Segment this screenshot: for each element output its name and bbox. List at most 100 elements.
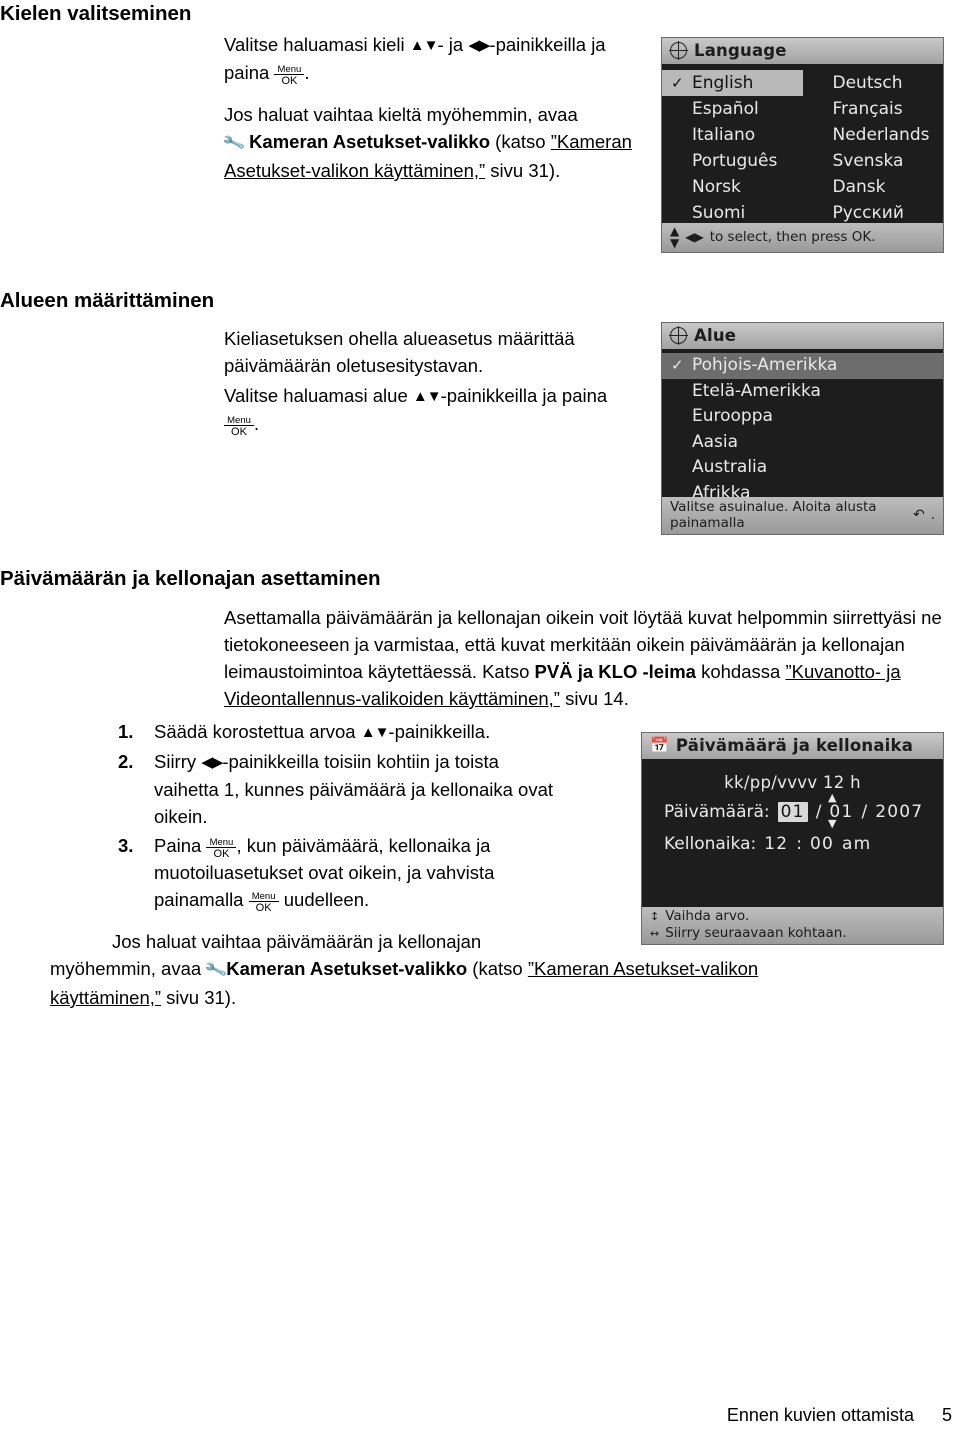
text-datetime-l4b: sivu 14. [559,688,629,709]
date-month-value[interactable]: 01 [777,802,808,822]
paragraph-change-datetime-rest: myöhemmin, avaa 🔧Kameran Asetukset-valik… [50,955,960,1011]
globe-icon [669,41,688,60]
step-1-text-b: -painikkeilla. [388,721,491,742]
lcd-datetime-footer-row-2: ↔ Siirry seuraavaan kohtaan. [650,925,935,942]
language-row: Español Français [662,96,943,122]
date-year-value[interactable]: 2007 [875,802,923,822]
lcd-datetime-titlebar: 📅 Päivämäärä ja kellonaika [642,733,943,759]
language-option-english[interactable]: English [662,70,803,96]
step-2: 2. Siirry ◀▶-painikkeilla toisiin kohtii… [112,748,632,830]
link-capture-video-menu-1[interactable]: ”Kuvanotto- ja [785,661,900,682]
language-list: English Deutsch Español Français Italian… [662,68,943,226]
time-ampm-value[interactable]: am [842,834,871,854]
language-option-italiano[interactable]: Italiano [662,122,803,148]
date-sep-1: / [815,802,822,822]
step-3-text-b: , kun päivämäärä, kellonaika ja [236,835,491,856]
language-option-dansk[interactable]: Dansk [803,174,944,200]
ok-label: OK [224,425,254,438]
time-sep: : [796,834,802,854]
step-1: 1. Säädä korostettua arvoa ▲▼-painikkeil… [112,718,632,746]
left-right-arrows-icon: ◀▶ [468,37,490,54]
leftright-arrows-icon: ↔ [650,927,660,940]
time-hour-value[interactable]: 12 [764,834,788,854]
text-region-select-a: Valitse haluamasi alue [224,385,413,406]
time-row: Kellonaika: 12 : 00 am [642,834,943,854]
text-select-language-c: -painikkeilla ja [489,34,606,55]
step-3: 3. Paina Menu OK, kun päivämäärä, kellona… [112,832,632,914]
caret-up-icon: ▲ [828,791,837,804]
wrench-icon: 🔧 [221,132,247,155]
text-change-datetime-l1: Jos haluat vaihtaa päivämäärän ja kellon… [112,931,482,952]
region-list: Pohjois-Amerikka Etelä-Amerikka Eurooppa… [662,353,943,506]
link-camera-setup-1[interactable]: ”Kameran [551,131,632,152]
up-down-arrows-icon: ▲▼ [360,724,390,741]
page-title: Kielen valitseminen [0,2,192,25]
caret-down-icon: ▼ [828,817,837,830]
language-option-nederlands[interactable]: Nederlands [803,122,944,148]
lcd-language-titlebar: Language [662,38,943,64]
step-3-text-l2: muotoiluasetukset ovat oikein, ja vahvis… [154,862,495,883]
leftright-arrows-icon: ◀▶ [685,230,704,244]
language-row: Português Svenska [662,148,943,174]
lcd-region-footer-period: . [930,507,935,523]
link-camera-setup-4[interactable]: käyttäminen,” [50,987,161,1008]
date-row: Päivämäärä: 01 / 01 / 2007 [642,802,943,822]
region-option-asia[interactable]: Aasia [662,430,943,456]
paragraph-datetime-intro: Asettamalla päivämäärän ja kellonajan oi… [224,604,960,712]
step-3-text-l3a: painamalla [154,889,249,910]
link-camera-setup-2[interactable]: Asetukset-valikon käyttäminen,” [224,160,485,181]
text-region-l1: Kieliasetuksen ohella alueasetus määritt… [224,328,575,349]
link-camera-setup-3[interactable]: ”Kameran Asetukset-valikon [528,958,758,979]
step-2-text-l3: oikein. [154,806,208,827]
text-press: paina [224,62,270,83]
text-datetime-l1: Asettamalla päivämäärän ja kellonajan oi… [224,607,942,628]
step-2-text-a: Siirry [154,751,202,772]
lcd-datetime-footer-line2: Siirry seuraavaan kohtaan. [665,925,847,941]
language-row: English Deutsch [662,70,943,96]
text-change-language-c: (katso [490,131,551,152]
date-sep-2: / [861,802,868,822]
link-capture-video-menu-2[interactable]: Videontallennus-valikoiden käyttäminen,” [224,688,560,709]
language-row: Italiano Nederlands [662,122,943,148]
section-heading-region: Alueen määrittäminen [0,289,215,312]
step-3-text-l3b: uudelleen. [278,889,370,910]
text-camera-setup-menu: Kameran Asetukset-valikko [249,131,491,152]
lcd-datetime-body: kk/pp/vvvv 12 h ▲ Päivämäärä: 01 / 01 / … [642,765,943,904]
ok-label: OK [248,901,279,914]
document-page: Kielen valitseminen Valitse haluamasi ki… [0,0,960,1430]
ok-menu-label: Menu [277,63,302,75]
language-row: Norsk Dansk [662,174,943,200]
step-1-text-a: Säädä korostettua arvoa [154,721,361,742]
region-option-europe[interactable]: Eurooppa [662,404,943,430]
back-arrow-icon: ↶ [912,507,925,523]
text-select-language-b: - ja [437,34,469,55]
ok-menu-label: Menu [227,414,251,426]
lcd-datetime-title: Päivämäärä ja kellonaika [675,736,914,755]
ok-label: OK [274,74,305,87]
up-down-arrows-icon: ▲▼ [409,37,439,54]
text-region-l2: päivämäärän oletusesitystavan. [224,355,484,376]
ok-menu-button-icon: Menu OK [224,414,254,439]
language-option-norsk[interactable]: Norsk [662,174,803,200]
text-datetime-l3b: kohdassa [695,661,786,682]
date-label: Päivämäärä: [664,802,770,822]
step-3-number: 3. [118,835,134,856]
date-format-label: kk/pp/vvvv 12 h [724,773,861,792]
globe-icon [669,326,688,345]
ok-menu-button-icon: Menu OK [206,837,237,861]
language-option-deutsch[interactable]: Deutsch [803,70,944,96]
language-option-francais[interactable]: Français [803,96,944,122]
region-option-south-america[interactable]: Etelä-Amerikka [662,379,943,405]
language-option-portugues[interactable]: Português [662,148,803,174]
time-minute-value[interactable]: 00 [810,834,834,854]
step-2-number: 2. [118,751,134,772]
section-heading-datetime: Päivämäärän ja kellonajan asettaminen [0,567,381,590]
language-option-espanol[interactable]: Español [662,96,803,122]
region-option-north-america[interactable]: Pohjois-Amerikka [662,353,943,379]
language-option-svenska[interactable]: Svenska [803,148,944,174]
step-2-text-b: -painikkeilla toisiin kohtiin ja toista [222,751,499,772]
region-option-australia[interactable]: Australia [662,455,943,481]
footer-section-title: Ennen kuvien ottamista [726,1405,914,1425]
updown-arrows-icon: ↕ [650,910,660,923]
lcd-region-footer: Valitse asuinalue. Aloita alusta painama… [662,497,943,534]
